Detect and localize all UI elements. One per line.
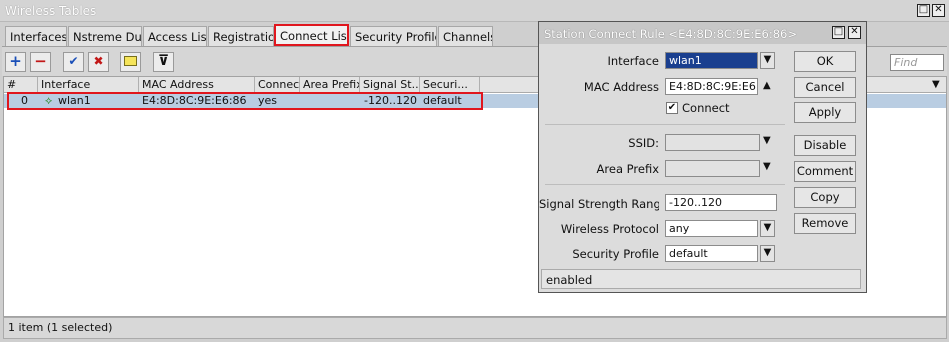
- divider: [545, 124, 785, 125]
- tab-connect-list[interactable]: Connect List: [274, 24, 349, 46]
- disable-button[interactable]: ✖: [88, 52, 109, 72]
- signal-strength-label: Signal Strength Range: [539, 197, 659, 211]
- tab-registration[interactable]: Registration: [208, 26, 274, 46]
- cell-area-prefix: [300, 94, 360, 108]
- filter-icon: ⊽: [157, 53, 170, 69]
- dialog-status-text: enabled: [546, 273, 593, 287]
- security-profile-dropdown[interactable]: ▼: [760, 245, 775, 262]
- col-connect[interactable]: Connect: [255, 77, 300, 93]
- filter-button[interactable]: ⊽: [153, 52, 174, 72]
- ssid-label: SSID:: [628, 136, 659, 150]
- security-profile-label: Security Profile: [572, 247, 659, 261]
- col-area-prefix[interactable]: Area Prefix: [300, 77, 360, 93]
- interface-select[interactable]: wlan1: [665, 52, 758, 69]
- cell-connect: yes: [258, 94, 278, 107]
- maximize-icon[interactable]: □: [917, 4, 930, 17]
- column-menu-icon[interactable]: ▼: [932, 79, 940, 90]
- chevron-down-icon: ▼: [763, 247, 772, 258]
- col-number[interactable]: #: [4, 77, 38, 93]
- tab-security-profiles[interactable]: Security Profiles: [350, 26, 437, 46]
- tab-access-list[interactable]: Access List: [143, 26, 207, 46]
- dialog-title: Station Connect Rule <E4:8D:8C:9E:E6:86>: [544, 27, 797, 41]
- enable-button[interactable]: ✔: [63, 52, 84, 72]
- connect-checkbox[interactable]: ✔: [666, 102, 678, 114]
- wireless-protocol-select[interactable]: any: [665, 220, 758, 237]
- apply-button[interactable]: Apply: [794, 102, 856, 123]
- add-button[interactable]: +: [5, 52, 26, 72]
- interface-dropdown[interactable]: ▼: [760, 52, 775, 69]
- window-title: Wireless Tables: [5, 4, 97, 18]
- find-input[interactable]: Find: [890, 54, 944, 71]
- col-interface[interactable]: Interface: [38, 77, 139, 93]
- dialog-maximize-icon[interactable]: □: [832, 26, 845, 39]
- ok-button[interactable]: OK: [794, 51, 856, 72]
- col-security[interactable]: Securi...: [420, 77, 480, 93]
- copy-button[interactable]: Copy: [794, 187, 856, 208]
- cancel-button[interactable]: Cancel: [794, 77, 856, 98]
- security-profile-select[interactable]: default: [665, 245, 758, 262]
- tab-nstreme-dual[interactable]: Nstreme Dual: [68, 26, 142, 46]
- comment-icon: [124, 56, 137, 66]
- cell-security: default: [423, 94, 462, 107]
- connect-label: Connect: [682, 101, 730, 115]
- tab-channels[interactable]: Channels: [438, 26, 493, 46]
- cell-number: 0: [21, 94, 28, 107]
- dialog-close-icon[interactable]: ✕: [848, 26, 861, 39]
- chevron-down-icon: ▼: [763, 222, 772, 233]
- collapse-icon[interactable]: ▲: [763, 80, 771, 91]
- main-title-bar: Wireless Tables □ ✕: [0, 0, 949, 22]
- dialog-status-bar: enabled: [541, 269, 861, 289]
- ssid-dropdown-icon[interactable]: ▼: [763, 135, 771, 146]
- area-prefix-dropdown-icon[interactable]: ▼: [763, 161, 771, 172]
- cell-interface: wlan1: [58, 94, 91, 107]
- comment-rule-button[interactable]: Comment: [794, 161, 856, 182]
- close-icon[interactable]: ✕: [932, 4, 945, 17]
- status-text: 1 item (1 selected): [8, 321, 113, 334]
- col-signal-strength[interactable]: Signal St...: [360, 77, 420, 93]
- area-prefix-label: Area Prefix: [596, 162, 659, 176]
- wireless-icon: ⟡: [45, 94, 53, 107]
- area-prefix-input[interactable]: [665, 160, 760, 177]
- wireless-protocol-dropdown[interactable]: ▼: [760, 220, 775, 237]
- tab-interfaces[interactable]: Interfaces: [5, 26, 67, 46]
- cell-mac: E4:8D:8C:9E:E6:86: [142, 94, 247, 107]
- wireless-protocol-label: Wireless Protocol: [560, 222, 659, 236]
- divider: [545, 184, 785, 185]
- station-connect-rule-dialog: Station Connect Rule <E4:8D:8C:9E:E6:86>…: [538, 21, 867, 293]
- col-mac-address[interactable]: MAC Address: [139, 77, 255, 93]
- disable-rule-button[interactable]: Disable: [794, 135, 856, 156]
- signal-strength-input[interactable]: -120..120: [665, 194, 777, 211]
- ssid-input[interactable]: [665, 134, 760, 151]
- comment-button[interactable]: [120, 52, 141, 72]
- remove-rule-button[interactable]: Remove: [794, 213, 856, 234]
- mac-address-input[interactable]: E4:8D:8C:9E:E6:86: [665, 78, 758, 95]
- dialog-title-bar: Station Connect Rule <E4:8D:8C:9E:E6:86>…: [539, 22, 866, 44]
- status-bar: 1 item (1 selected): [3, 317, 947, 339]
- interface-label: Interface: [607, 54, 660, 68]
- remove-button[interactable]: −: [30, 52, 51, 72]
- chevron-down-icon: ▼: [763, 54, 772, 65]
- cell-signal: -120..120: [364, 94, 417, 107]
- mac-address-label: MAC Address: [583, 80, 659, 94]
